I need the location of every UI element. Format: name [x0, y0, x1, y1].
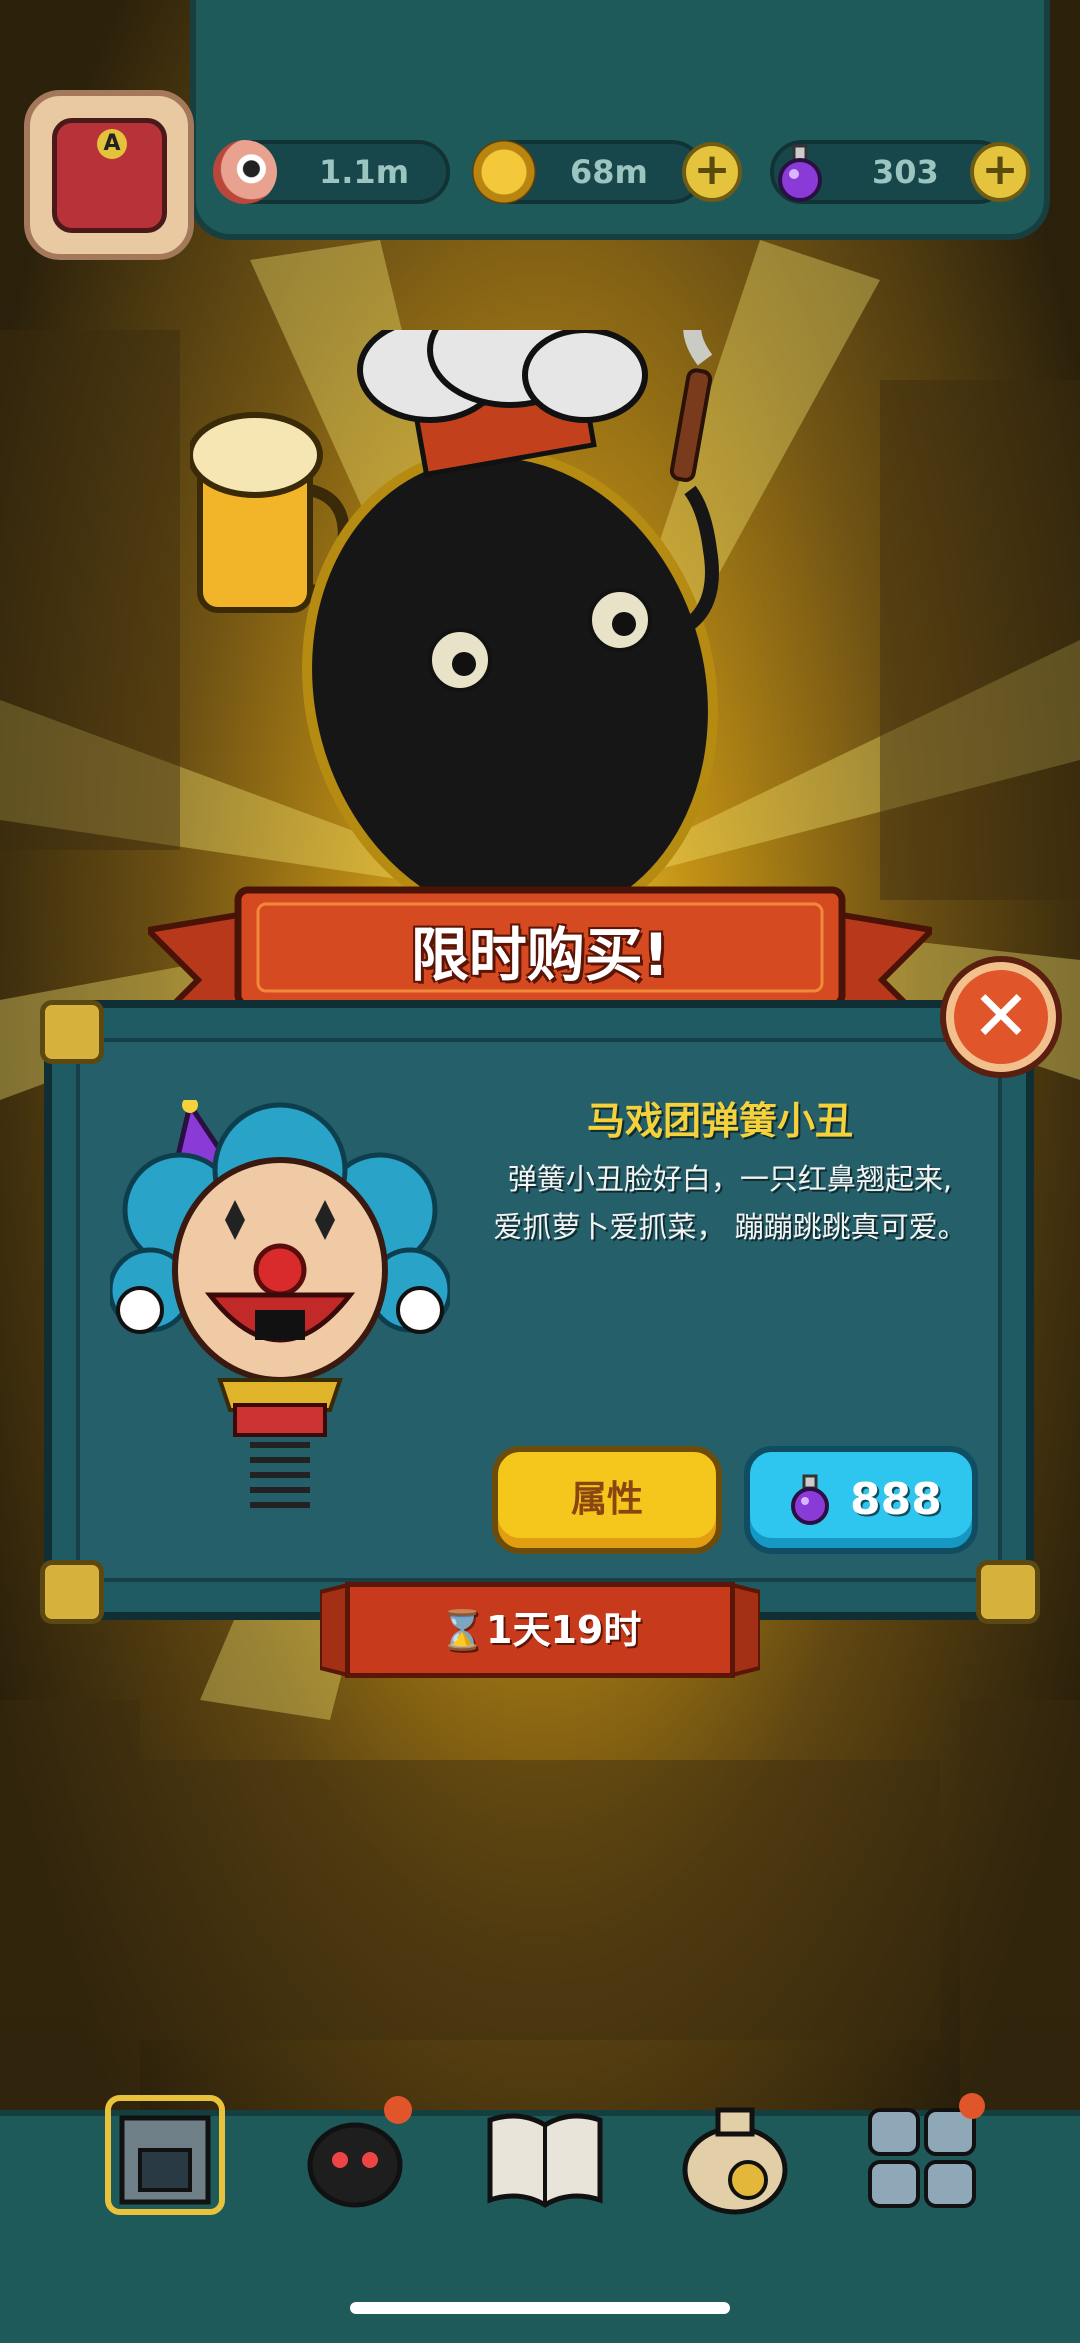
player-avatar[interactable]: A: [24, 90, 194, 260]
coin-amount: 68m: [570, 153, 648, 191]
chef-mascot-illustration: [190, 330, 719, 890]
offer-countdown: ⌛1天19时: [345, 1582, 735, 1678]
description-line: 弹簧小丑脸好白，一只红鼻翘起来,: [507, 1162, 953, 1196]
potion-amount: 303: [872, 153, 939, 191]
potion-counter: 303 +: [770, 140, 1030, 204]
spring-clown-illustration: [110, 1100, 450, 1508]
nav-book-button[interactable]: [480, 2090, 610, 2220]
price-label: 888: [850, 1474, 942, 1525]
attributes-button[interactable]: 属性: [492, 1446, 722, 1554]
offer-item-description: 弹簧小丑脸好白，一只红鼻翘起来, 爱抓萝卜爱抓菜， 蹦蹦跳跳真可爱。: [480, 1155, 980, 1251]
spring-icon: [250, 1442, 310, 1508]
close-button[interactable]: ✕: [946, 962, 1056, 1072]
avatar-building-icon: A: [52, 118, 167, 233]
panel-corner-ornament: [40, 1560, 104, 1624]
book-icon: [487, 2113, 603, 2208]
add-coins-button[interactable]: +: [682, 142, 742, 202]
building-icon: [105, 2095, 225, 2215]
grid-icon: [868, 2093, 985, 2208]
close-icon: ✕: [971, 975, 1031, 1057]
buy-button[interactable]: 888: [744, 1446, 978, 1554]
attributes-button-label: 属性: [570, 1479, 643, 1520]
coin-counter: 68m +: [472, 140, 742, 204]
offer-banner-title: 限时购买!: [410, 921, 670, 989]
eyeball-amount: 1.1m: [319, 153, 410, 191]
offer-item-name: 马戏团弹簧小丑: [586, 1099, 853, 1143]
cigar-icon: [669, 368, 713, 482]
nav-building-button[interactable]: [100, 2090, 230, 2220]
description-line: 爱抓萝卜爱抓菜， 蹦蹦跳跳真可爱。: [493, 1210, 967, 1244]
chef-hat-icon: [357, 330, 648, 478]
countdown-text: 1天19时: [486, 1608, 642, 1652]
eyeball-icon: [213, 140, 277, 204]
coin-icon: [472, 140, 536, 204]
eyeball-counter: 1.1m: [213, 140, 450, 204]
panel-corner-ornament: [40, 1000, 104, 1064]
nav-monsters-button[interactable]: [290, 2090, 420, 2220]
nav-coin-bag-button[interactable]: [670, 2090, 800, 2220]
potion-icon: [778, 144, 822, 202]
coin-bag-icon: [682, 2107, 788, 2215]
nav-grid-button[interactable]: [860, 2090, 990, 2220]
avatar-rank-badge: A: [97, 129, 127, 159]
top-resource-bar: [190, 0, 1050, 240]
monster-icon: [307, 2096, 412, 2208]
add-potions-button[interactable]: +: [970, 142, 1030, 202]
hourglass-icon: ⌛: [438, 1608, 486, 1652]
potion-icon: [791, 1474, 829, 1525]
home-indicator[interactable]: [350, 2302, 730, 2314]
panel-corner-ornament: [976, 1560, 1040, 1624]
clown-nose-icon: [253, 1243, 307, 1297]
